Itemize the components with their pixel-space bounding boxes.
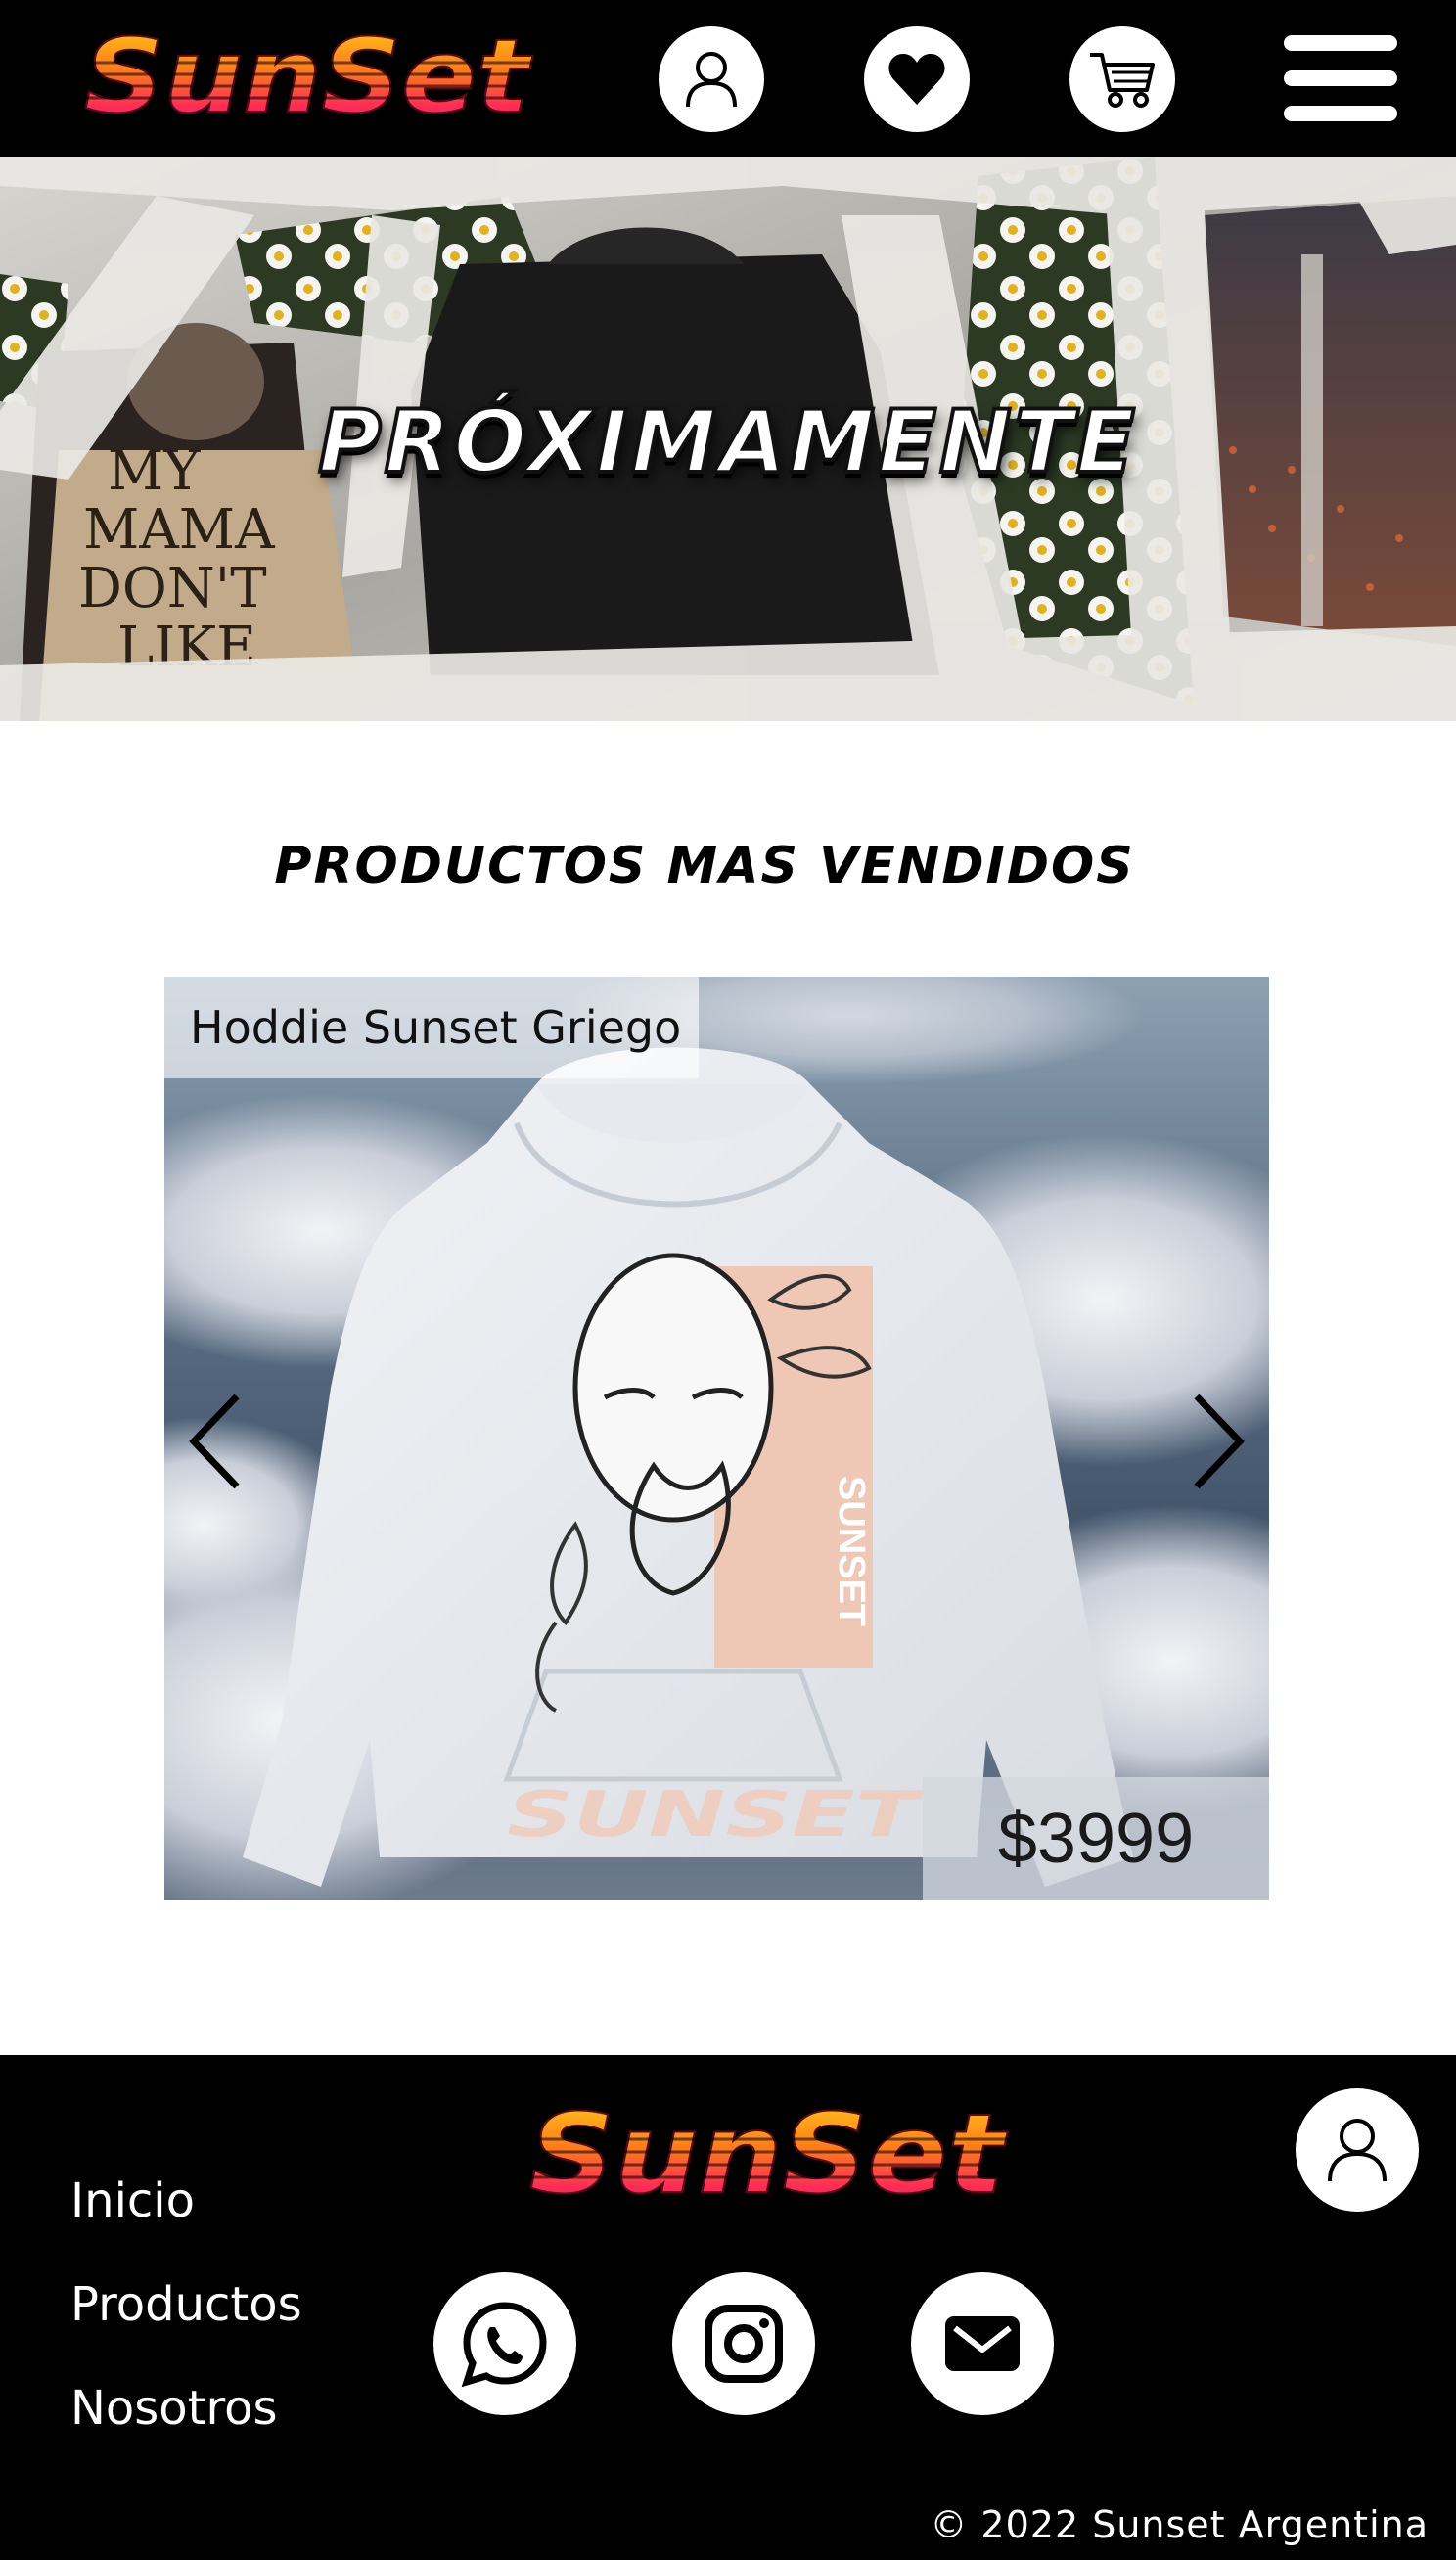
coming-soon-banner[interactable]: MY MAMA DON'T LIKE PRÓXIMAMENTE bbox=[0, 157, 1456, 721]
footer-link-productos[interactable]: Productos bbox=[70, 2276, 302, 2380]
shirt-text: DON'T bbox=[78, 557, 267, 620]
footer-logo[interactable]: SunSet bbox=[523, 2094, 1013, 2212]
mail-button[interactable] bbox=[911, 2272, 1054, 2415]
user-icon bbox=[686, 52, 737, 108]
favorites-button[interactable] bbox=[864, 26, 970, 132]
user-icon bbox=[1328, 2119, 1387, 2182]
carousel-prev-button[interactable] bbox=[176, 1388, 254, 1495]
copyright: © 2022 Sunset Argentina bbox=[930, 2503, 1429, 2546]
instagram-button[interactable] bbox=[672, 2272, 815, 2415]
site-header: SunSet bbox=[0, 0, 1456, 157]
product-name[interactable]: Hoddie Sunset Griego bbox=[164, 977, 700, 1078]
footer-account-button[interactable] bbox=[1296, 2088, 1419, 2212]
cart-icon bbox=[1090, 53, 1155, 108]
whatsapp-button[interactable] bbox=[433, 2272, 576, 2415]
site-footer: SunSet Inicio Productos Nosotros © 2022 … bbox=[0, 2055, 1456, 2560]
hero-title: PRÓXIMAMENTE bbox=[316, 389, 1138, 494]
product-price: $3999 bbox=[923, 1777, 1269, 1900]
shirt-text: MAMA bbox=[83, 498, 275, 562]
menu-line bbox=[1284, 35, 1397, 51]
menu-line bbox=[1284, 70, 1397, 86]
footer-link-nosotros[interactable]: Nosotros bbox=[70, 2380, 302, 2484]
mail-icon bbox=[945, 2316, 1020, 2371]
product-carousel[interactable]: SUNSET SUNSET Hoddie Sunset Griego $3999 bbox=[164, 977, 1269, 1900]
hem-text: SUNSET bbox=[507, 1779, 924, 1851]
chevron-left-icon bbox=[189, 1394, 240, 1489]
whatsapp-icon bbox=[461, 2302, 547, 2388]
product-image[interactable]: SUNSET SUNSET bbox=[164, 977, 1269, 1900]
print-text: SUNSET bbox=[831, 1476, 872, 1626]
section-title: PRODUCTOS MAS VENDIDOS bbox=[274, 837, 1135, 895]
footer-nav: Inicio Productos Nosotros bbox=[70, 2172, 302, 2484]
account-button[interactable] bbox=[659, 26, 764, 132]
chevron-right-icon bbox=[1194, 1394, 1245, 1489]
cart-button[interactable] bbox=[1069, 26, 1175, 132]
instagram-icon bbox=[705, 2305, 783, 2383]
sunset-logo[interactable]: SunSet bbox=[78, 22, 538, 129]
footer-link-inicio[interactable]: Inicio bbox=[70, 2172, 302, 2276]
heart-icon bbox=[888, 54, 945, 105]
carousel-next-button[interactable] bbox=[1179, 1388, 1257, 1495]
menu-line bbox=[1284, 106, 1397, 121]
hamburger-menu-button[interactable] bbox=[1284, 35, 1397, 121]
